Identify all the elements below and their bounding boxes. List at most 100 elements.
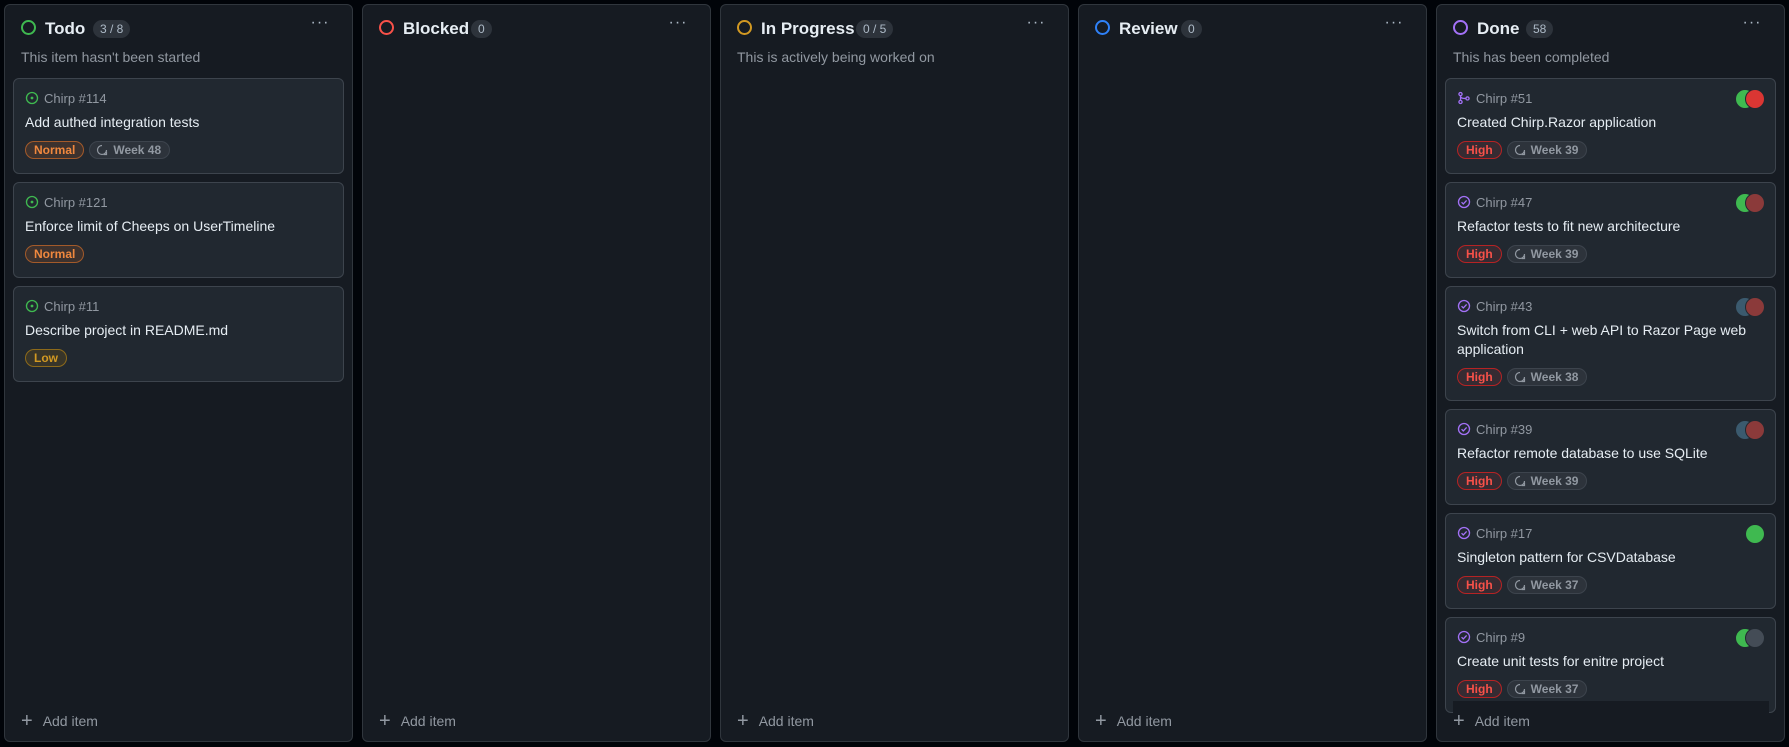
open-issue-icon — [25, 91, 39, 105]
column-done: Done 58 ··· This has been completed Chir… — [1436, 4, 1785, 742]
add-item-label: Add item — [1116, 713, 1172, 729]
iteration-text: Week 37 — [1530, 681, 1579, 696]
status-circle-icon — [1095, 20, 1110, 35]
column-header: Todo 3 / 8 ··· This item hasn't been sta… — [5, 5, 352, 75]
item-reference[interactable]: Chirp #43 — [1476, 299, 1532, 314]
avatar — [1745, 193, 1765, 213]
item-card[interactable]: Chirp #121 Enforce limit of Cheeps on Us… — [13, 182, 344, 278]
column-title: Done — [1477, 19, 1520, 38]
column-menu-button[interactable]: ··· — [668, 15, 688, 32]
priority-label: Low — [25, 349, 67, 367]
plus-icon: + — [21, 710, 33, 732]
column-title: Blocked — [403, 19, 470, 38]
avatar — [1745, 628, 1765, 648]
iteration-icon — [97, 144, 108, 156]
avatar — [1745, 420, 1765, 440]
assignee-avatars — [1735, 89, 1765, 109]
item-reference[interactable]: Chirp #121 — [44, 195, 108, 210]
avatar — [1745, 524, 1765, 544]
iteration-label: Week 39 — [1506, 245, 1588, 263]
status-circle-icon — [21, 20, 36, 35]
item-title[interactable]: Enforce limit of Cheeps on UserTimeline — [25, 217, 325, 236]
open-issue-icon — [25, 299, 39, 313]
status-circle-icon — [1453, 20, 1468, 35]
item-card[interactable]: Chirp #43 Switch from CLI + web API to R… — [1445, 286, 1776, 401]
item-reference[interactable]: Chirp #11 — [44, 299, 99, 314]
item-count-badge: 3 / 8 — [93, 20, 131, 38]
iteration-text: Week 39 — [1530, 142, 1579, 157]
iteration-icon — [1514, 579, 1525, 591]
column-description: This has been completed — [1453, 49, 1610, 65]
iteration-label: Week 48 — [89, 141, 171, 159]
iteration-icon — [1514, 248, 1525, 260]
add-item-label: Add item — [400, 713, 456, 729]
closed-issue-icon — [1457, 299, 1471, 313]
column-description: This is actively being worked on — [737, 49, 935, 65]
add-item-label: Add item — [758, 713, 814, 729]
item-title[interactable]: Singleton pattern for CSVDatabase — [1457, 548, 1757, 567]
item-card[interactable]: Chirp #9 Create unit tests for enitre pr… — [1445, 617, 1776, 713]
item-reference[interactable]: Chirp #47 — [1476, 195, 1532, 210]
item-title[interactable]: Describe project in README.md — [25, 321, 325, 340]
assignee-avatars — [1735, 524, 1765, 544]
iteration-text: Week 48 — [113, 142, 162, 157]
column-header: Blocked 0 ··· — [363, 5, 710, 75]
item-title[interactable]: Create unit tests for enitre project — [1457, 652, 1757, 671]
status-circle-icon — [379, 20, 394, 35]
item-count-badge: 0 — [471, 20, 492, 38]
column-menu-button[interactable]: ··· — [1026, 15, 1046, 32]
item-title[interactable]: Created Chirp.Razor application — [1457, 113, 1757, 132]
add-item-label: Add item — [1474, 713, 1530, 729]
assignee-avatars — [1735, 297, 1765, 317]
item-card[interactable]: Chirp #114 Add authed integration tests … — [13, 78, 344, 174]
add-item-label: Add item — [42, 713, 98, 729]
add-item-button[interactable]: + Add item — [737, 711, 814, 731]
item-card[interactable]: Chirp #17 Singleton pattern for CSVDatab… — [1445, 513, 1776, 609]
item-count-badge: 58 — [1526, 20, 1554, 38]
item-title[interactable]: Switch from CLI + web API to Razor Page … — [1457, 321, 1757, 359]
iteration-label: Week 37 — [1506, 576, 1588, 594]
item-title[interactable]: Add authed integration tests — [25, 113, 325, 132]
item-card[interactable]: Chirp #11 Describe project in README.md … — [13, 286, 344, 382]
assignee-avatars — [1735, 420, 1765, 440]
column-title: Review — [1119, 19, 1178, 38]
iteration-text: Week 39 — [1530, 246, 1579, 261]
item-card[interactable]: Chirp #39 Refactor remote database to us… — [1445, 409, 1776, 505]
add-item-button[interactable]: + Add item — [1095, 711, 1172, 731]
iteration-icon — [1514, 475, 1525, 487]
priority-label: High — [1457, 576, 1502, 594]
column-menu-button[interactable]: ··· — [310, 15, 330, 32]
add-item-button[interactable]: + Add item — [1453, 701, 1769, 741]
priority-label: Normal — [25, 245, 85, 263]
item-card[interactable]: Chirp #47 Refactor tests to fit new arch… — [1445, 182, 1776, 278]
iteration-icon — [1514, 683, 1525, 695]
item-reference[interactable]: Chirp #39 — [1476, 422, 1532, 437]
assignee-avatars — [1735, 628, 1765, 648]
priority-label: High — [1457, 472, 1502, 490]
item-reference[interactable]: Chirp #9 — [1476, 630, 1525, 645]
column-menu-button[interactable]: ··· — [1742, 15, 1762, 32]
closed-issue-icon — [1457, 630, 1471, 644]
column-in-progress: In Progress 0 / 5 ··· This is actively b… — [720, 4, 1069, 742]
item-title[interactable]: Refactor tests to fit new architecture — [1457, 217, 1757, 236]
column-title: Todo — [45, 19, 86, 38]
closed-issue-icon — [1457, 526, 1471, 540]
priority-label: High — [1457, 680, 1502, 698]
column-title: In Progress — [761, 19, 855, 38]
item-title[interactable]: Refactor remote database to use SQLite — [1457, 444, 1757, 463]
open-issue-icon — [25, 195, 39, 209]
plus-icon: + — [1095, 710, 1107, 732]
item-reference[interactable]: Chirp #114 — [44, 91, 107, 106]
assignee-avatars — [1735, 193, 1765, 213]
add-item-button[interactable]: + Add item — [379, 711, 456, 731]
merged-pr-icon — [1458, 91, 1470, 105]
status-circle-icon — [737, 20, 752, 35]
add-item-button[interactable]: + Add item — [21, 711, 98, 731]
column-menu-button[interactable]: ··· — [1384, 15, 1404, 32]
column-header: Review 0 ··· — [1079, 5, 1426, 75]
item-card[interactable]: Chirp #51 Created Chirp.Razor applicatio… — [1445, 78, 1776, 174]
item-reference[interactable]: Chirp #17 — [1476, 526, 1532, 541]
iteration-label: Week 38 — [1506, 368, 1588, 386]
iteration-text: Week 39 — [1530, 473, 1579, 488]
item-reference[interactable]: Chirp #51 — [1476, 91, 1532, 106]
